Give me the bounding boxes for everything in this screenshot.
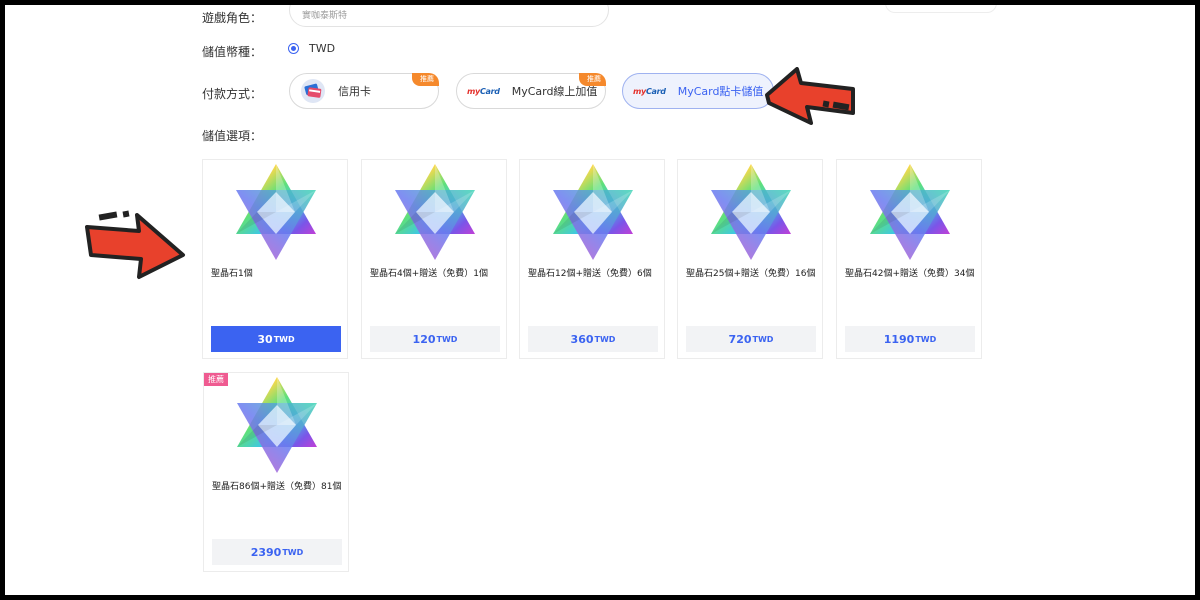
price-button[interactable]: 1190 TWD: [845, 326, 975, 352]
saint-quartz-icon: [395, 164, 475, 260]
arrow-annotation-icon: [85, 210, 185, 279]
price-button[interactable]: 360 TWD: [528, 326, 658, 352]
recommend-tag: 推薦: [412, 73, 439, 86]
product-card[interactable]: 聖晶石12個+贈送（免費）6個 360 TWD: [519, 159, 665, 359]
payment-credit-card-label: 信用卡: [338, 85, 371, 98]
price-unit: TWD: [282, 547, 304, 557]
price-unit: TWD: [436, 334, 458, 344]
price-value: 30: [257, 332, 273, 346]
mycard-logo: myCard: [633, 86, 666, 96]
price-button[interactable]: 30 TWD: [211, 326, 341, 352]
credit-card-icon: [301, 79, 325, 103]
character-label: 遊戲角色：: [202, 11, 263, 25]
product-card[interactable]: 聖晶石25個+贈送（免費）16個 720 TWD: [677, 159, 823, 359]
saint-quartz-icon: [237, 377, 317, 473]
product-name: 聖晶石86個+贈送（免費）81個: [212, 482, 342, 492]
recommend-tag: 推薦: [579, 73, 606, 86]
price-button[interactable]: 2390 TWD: [212, 539, 342, 565]
currency-label: 儲值幣種：: [202, 45, 263, 59]
payment-mycard-online[interactable]: myCard MyCard線上加值 推薦: [456, 73, 606, 109]
product-name: 聖晶石12個+贈送（免費）6個: [528, 269, 652, 279]
saint-quartz-icon: [553, 164, 633, 260]
price-value: 120: [412, 332, 436, 346]
options-label: 儲值選項：: [202, 129, 263, 143]
radio-selected-icon: [288, 43, 299, 54]
character-field[interactable]: 實咖泰斯特: [289, 5, 609, 27]
mycard-logo: myCard: [467, 86, 500, 96]
price-button[interactable]: 120 TWD: [370, 326, 500, 352]
payment-mycard-point-card-label: MyCard點卡儲值: [677, 85, 764, 98]
product-card[interactable]: 聖晶石1個 30 TWD: [202, 159, 348, 359]
payment-mycard-point-card[interactable]: myCard MyCard點卡儲值: [622, 73, 774, 109]
price-button[interactable]: 720 TWD: [686, 326, 816, 352]
price-value: 1190: [883, 332, 915, 346]
product-name: 聖晶石4個+贈送（免費）1個: [370, 269, 488, 279]
product-card[interactable]: 聖晶石4個+贈送（免費）1個 120 TWD: [361, 159, 507, 359]
saint-quartz-icon: [236, 164, 316, 260]
price-value: 360: [570, 332, 594, 346]
saint-quartz-icon: [711, 164, 791, 260]
price-unit: TWD: [273, 334, 295, 344]
arrow-annotation-icon: [765, 67, 855, 125]
price-unit: TWD: [915, 334, 937, 344]
price-value: 720: [728, 332, 752, 346]
price-value: 2390: [250, 545, 282, 559]
product-card[interactable]: 聖晶石42個+贈送（免費）34個 1190 TWD: [836, 159, 982, 359]
product-name: 聖晶石1個: [211, 269, 253, 279]
recommend-badge: 推薦: [204, 373, 228, 386]
currency-radio-twd[interactable]: TWD: [288, 42, 335, 55]
account-pill[interactable]: [885, 5, 997, 13]
product-card[interactable]: 推薦 聖晶石86個+贈送（免費）81個 2390 TWD: [203, 372, 349, 572]
saint-quartz-icon: [870, 164, 950, 260]
currency-option-label: TWD: [309, 42, 336, 55]
recharge-page: 遊戲角色： 實咖泰斯特 儲值幣種： TWD 付款方式： 信用卡 推薦 myCar…: [5, 5, 1195, 595]
product-name: 聖晶石42個+贈送（免費）34個: [845, 269, 975, 279]
product-name: 聖晶石25個+贈送（免費）16個: [686, 269, 816, 279]
payment-label: 付款方式：: [202, 87, 263, 101]
price-unit: TWD: [752, 334, 774, 344]
price-unit: TWD: [594, 334, 616, 344]
payment-credit-card[interactable]: 信用卡 推薦: [289, 73, 439, 109]
